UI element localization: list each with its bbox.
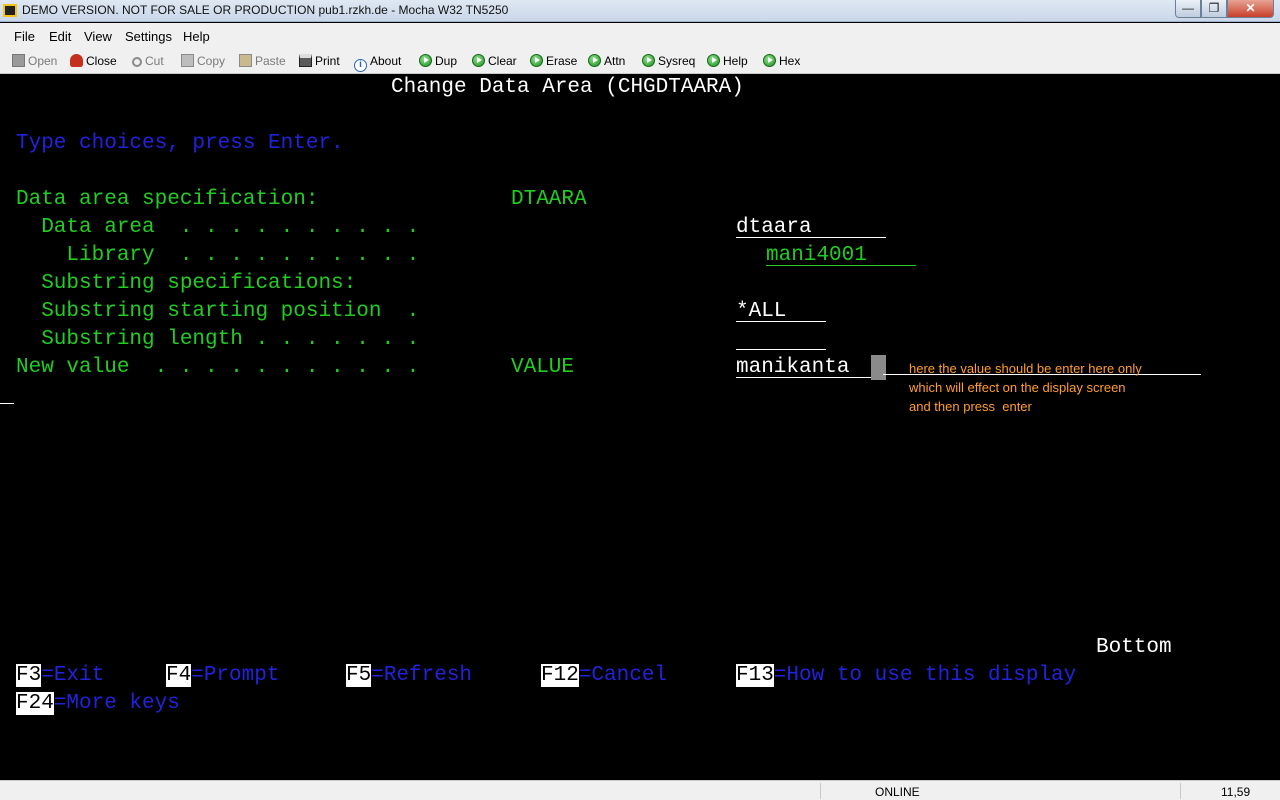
- substring-spec-label: Substring specifications:: [16, 272, 357, 295]
- info-icon: i: [354, 59, 367, 72]
- text-cursor: [871, 355, 886, 380]
- bottom-indicator: Bottom: [1096, 636, 1172, 659]
- close-window-button[interactable]: ✕: [1227, 0, 1274, 18]
- substring-length-underline: [736, 349, 826, 350]
- toolbar-help-button[interactable]: Help: [707, 54, 748, 68]
- fkey-f12[interactable]: F12=Cancel: [541, 664, 667, 688]
- maximize-button[interactable]: ❐: [1201, 0, 1227, 18]
- instructions-text: Type choices, press Enter.: [16, 132, 344, 155]
- toolbar-sysreq-button[interactable]: Sysreq: [642, 54, 695, 68]
- library-label: Library . . . . . . . . . .: [16, 244, 420, 267]
- toolbar-print-button[interactable]: Print: [299, 54, 340, 68]
- fkey-f4[interactable]: F4=Prompt: [166, 664, 279, 688]
- menu-file[interactable]: File: [14, 29, 35, 44]
- fkey-f5[interactable]: F5=Refresh: [346, 664, 472, 688]
- status-bar: ONLINE 11,59: [0, 780, 1280, 800]
- paste-icon: [239, 54, 252, 67]
- go-icon: [642, 54, 655, 67]
- new-value-underline: [736, 377, 876, 378]
- window-title: DEMO VERSION. NOT FOR SALE OR PRODUCTION…: [22, 3, 509, 17]
- menu-view[interactable]: View: [84, 29, 112, 44]
- toolbar-close-button[interactable]: Close: [70, 54, 117, 68]
- fkey-f3[interactable]: F3=Exit: [16, 664, 104, 688]
- substring-start-label: Substring starting position .: [16, 300, 420, 323]
- toolbar-clear-button[interactable]: Clear: [472, 54, 517, 68]
- status-divider: [820, 783, 821, 799]
- data-area-spec-keyword: DTAARA: [511, 188, 587, 211]
- toolbar-paste-button[interactable]: Paste: [239, 54, 286, 68]
- fkey-f13[interactable]: F13=How to use this display: [736, 664, 1076, 688]
- data-area-input-underline: [736, 237, 886, 238]
- toolbar-dup-button[interactable]: Dup: [419, 54, 457, 68]
- copy-icon: [181, 54, 194, 67]
- cut-icon: [132, 57, 142, 67]
- menu-bar: File Edit View Settings Help: [0, 23, 1280, 48]
- toolbar-copy-button[interactable]: Copy: [181, 54, 225, 68]
- substring-length-label: Substring length . . . . . . .: [16, 328, 420, 351]
- terminal-app-icon: [3, 4, 17, 17]
- substring-start-underline: [736, 321, 826, 322]
- new-value-keyword: VALUE: [511, 356, 575, 379]
- row-cursor-mark: [0, 403, 14, 404]
- data-area-label: Data area . . . . . . . . . .: [16, 216, 420, 239]
- new-value-label: New value . . . . . . . . . . .: [16, 356, 420, 379]
- go-icon: [707, 54, 720, 67]
- library-input-underline: [766, 265, 916, 266]
- menu-edit[interactable]: Edit: [49, 29, 71, 44]
- toolbar-erase-button[interactable]: Erase: [530, 54, 577, 68]
- data-area-spec-label: Data area specification:: [16, 188, 319, 211]
- terminal-screen[interactable]: Change Data Area (CHGDTAARA) Type choice…: [0, 75, 1280, 780]
- title-bar: DEMO VERSION. NOT FOR SALE OR PRODUCTION…: [0, 0, 1280, 22]
- cursor-position: 11,59: [1221, 785, 1251, 799]
- go-icon: [472, 54, 485, 67]
- close-icon: [70, 54, 83, 67]
- toolbar-hex-button[interactable]: Hex: [763, 54, 800, 68]
- toolbar-about-button[interactable]: i About: [354, 54, 401, 72]
- screen-title: Change Data Area (CHGDTAARA): [391, 76, 744, 99]
- connection-status: ONLINE: [875, 785, 920, 799]
- go-icon: [588, 54, 601, 67]
- go-icon: [419, 54, 432, 67]
- toolbar-open-button[interactable]: Open: [12, 54, 57, 68]
- menu-settings[interactable]: Settings: [125, 29, 172, 44]
- menu-help[interactable]: Help: [183, 29, 210, 44]
- annotation-note: here the value should be enter here only…: [909, 361, 1142, 414]
- minimize-button[interactable]: —: [1175, 0, 1201, 18]
- fkey-f24[interactable]: F24=More keys: [16, 692, 180, 716]
- toolbar-cut-button[interactable]: Cut: [132, 54, 164, 68]
- print-icon: [299, 54, 312, 67]
- open-icon: [12, 54, 25, 67]
- toolbar-attn-button[interactable]: Attn: [588, 54, 625, 68]
- status-divider: [1180, 783, 1181, 799]
- toolbar: Open Close Cut Copy Paste Print i About D…: [0, 48, 1280, 74]
- go-icon: [763, 54, 776, 67]
- go-icon: [530, 54, 543, 67]
